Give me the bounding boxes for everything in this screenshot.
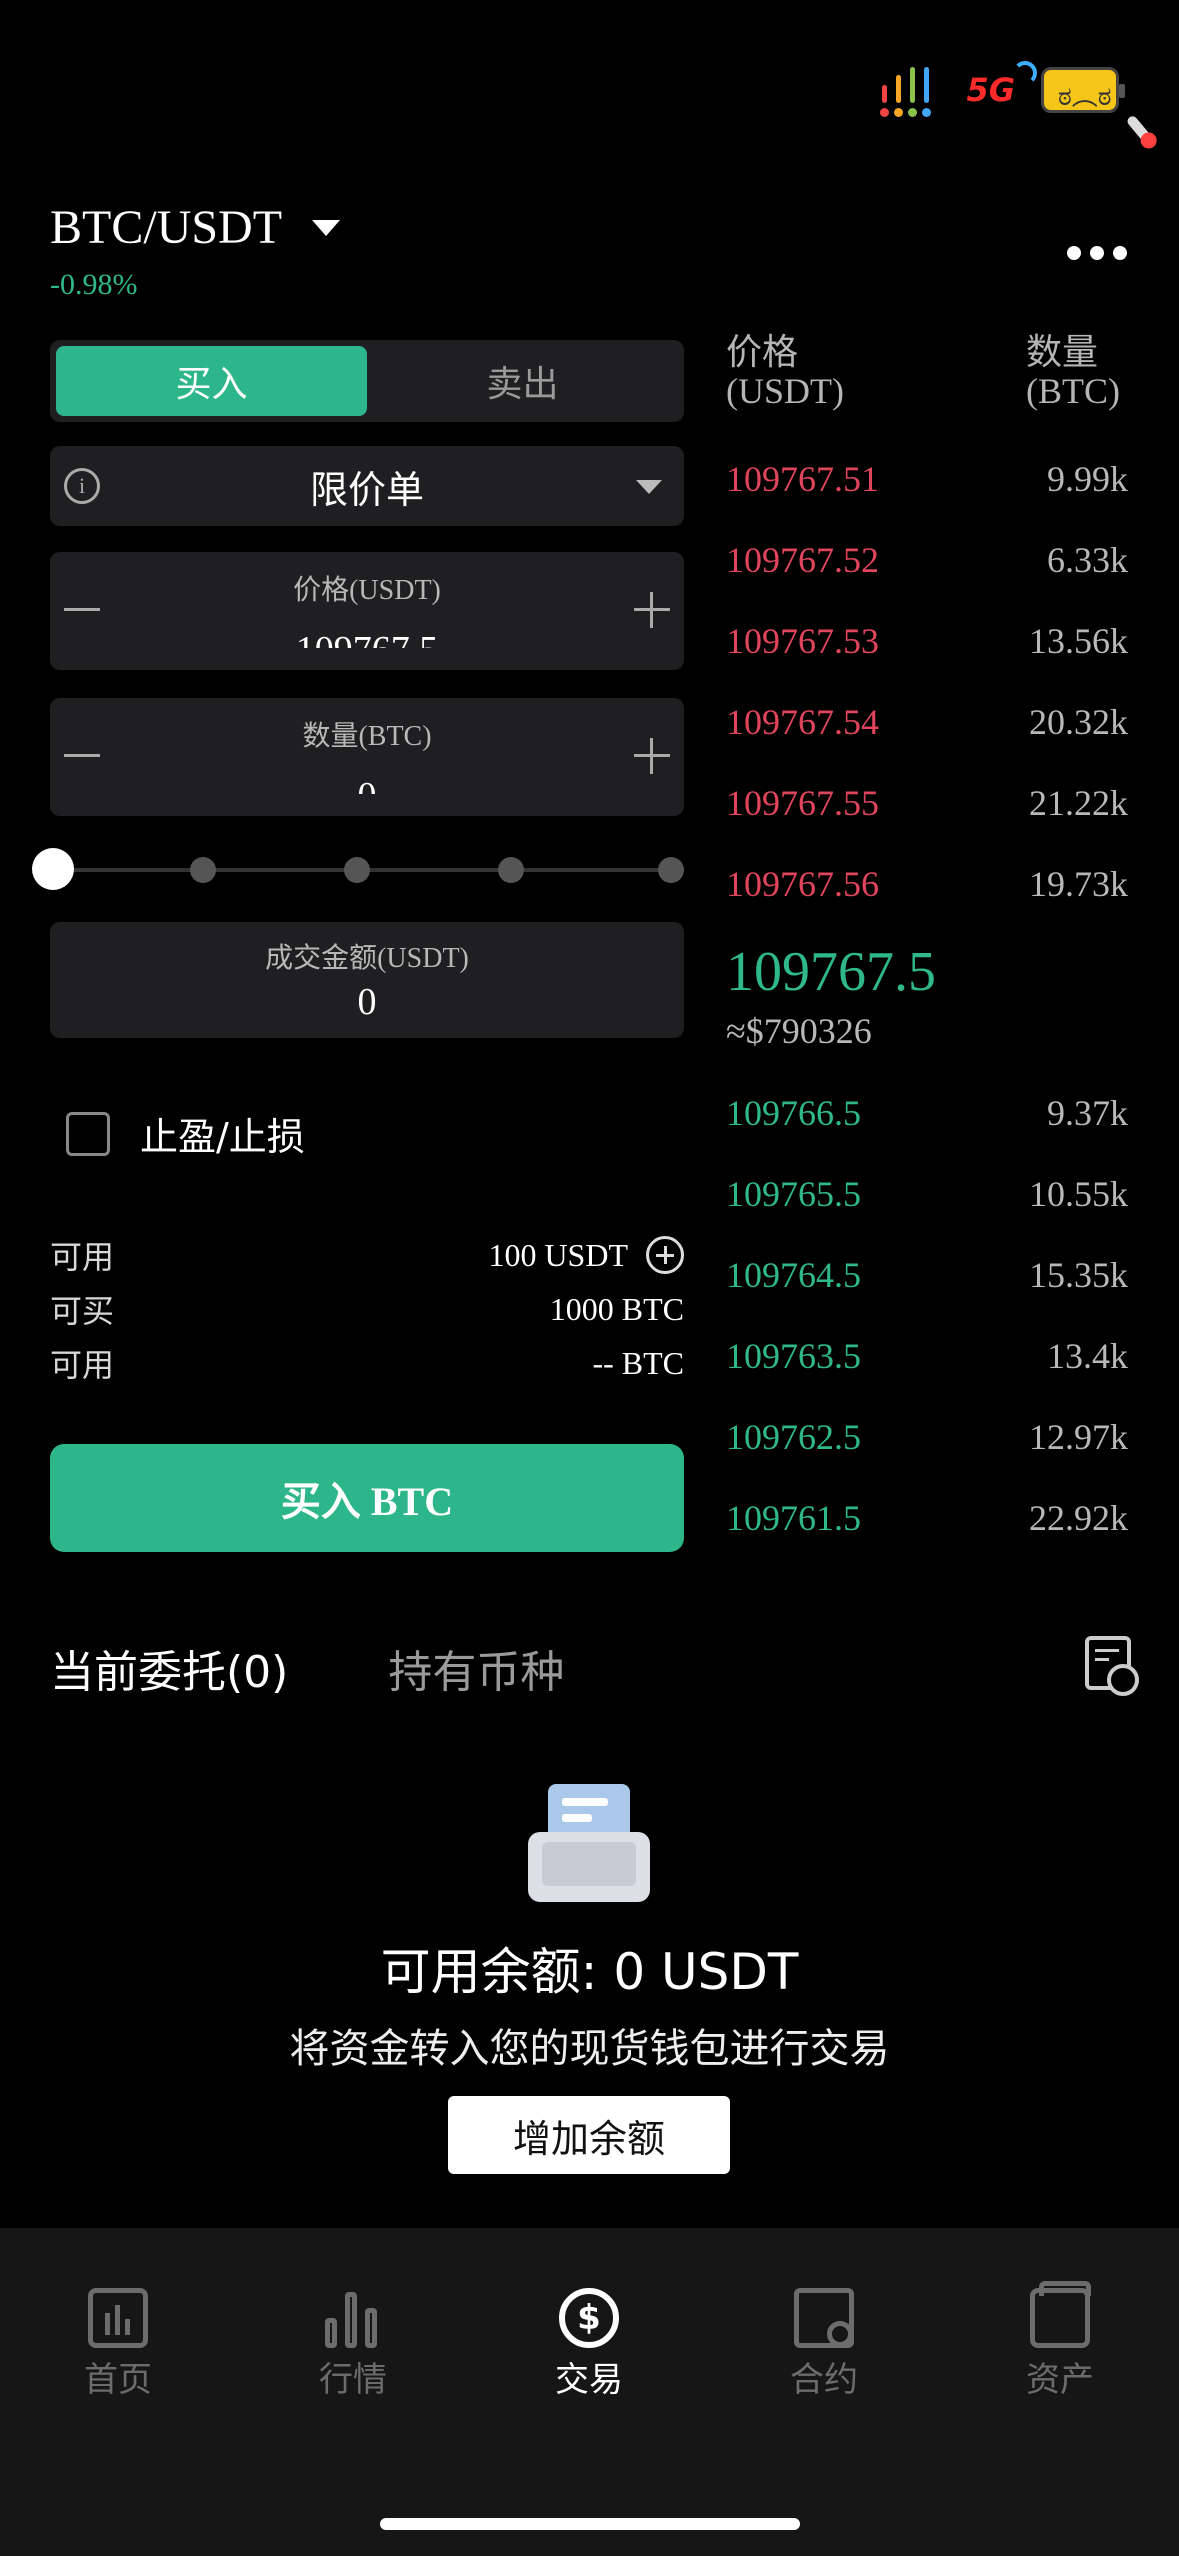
caret-down-icon bbox=[312, 219, 341, 236]
info-icon[interactable]: i bbox=[64, 468, 100, 504]
orderbook-price-header: 价格 (USDT) bbox=[726, 332, 844, 411]
tab-buy[interactable]: 买入 bbox=[56, 346, 367, 416]
bid-row[interactable]: 109766.5 9.37k bbox=[726, 1092, 1128, 1136]
tpsl-toggle[interactable]: 止盈/止损 bbox=[66, 1106, 305, 1161]
price-label: 价格(USDT) bbox=[293, 575, 441, 606]
chevron-down-icon bbox=[636, 480, 662, 494]
balance-row: 可用 -- BTC bbox=[50, 1340, 684, 1386]
battery-icon: ಠ︵ಠ bbox=[1041, 67, 1153, 144]
wallet-icon bbox=[1030, 2281, 1091, 2348]
side-tabs: 买入 卖出 bbox=[50, 340, 684, 422]
nav-trade[interactable]: $ 交易 bbox=[509, 2288, 669, 2401]
futures-icon bbox=[794, 2288, 854, 2348]
ask-row[interactable]: 109767.53 13.56k bbox=[726, 620, 1128, 664]
tab-open-orders[interactable]: 当前委托(0) bbox=[50, 1636, 288, 1700]
balance-value: 100 USDT bbox=[488, 1236, 628, 1273]
status-bar: 5G ಠ︵ಠ bbox=[878, 60, 1153, 144]
order-type-label: 限价单 bbox=[309, 467, 424, 512]
home-indicator[interactable] bbox=[380, 2518, 800, 2530]
minus-icon[interactable] bbox=[64, 754, 100, 757]
available-balance: 可用余额: 0 USDT bbox=[380, 1943, 799, 2001]
buy-button[interactable]: 买入 BTC bbox=[50, 1444, 684, 1552]
last-price[interactable]: 109767.5 bbox=[726, 940, 936, 1004]
bid-row[interactable]: 109763.5 13.4k bbox=[726, 1335, 1128, 1379]
orderbook-qty-header: 数量 (BTC) bbox=[1026, 332, 1120, 411]
balance-label: 可买 bbox=[50, 1292, 115, 1330]
slider-tick[interactable] bbox=[498, 857, 524, 883]
tab-sell[interactable]: 卖出 bbox=[367, 346, 678, 416]
bid-row[interactable]: 109762.5 12.97k bbox=[726, 1416, 1128, 1460]
balance-value: 1000 BTC bbox=[549, 1290, 684, 1327]
balance-row: 可买 1000 BTC bbox=[50, 1286, 684, 1332]
price-change: -0.98% bbox=[50, 268, 138, 301]
signal-icon bbox=[878, 63, 940, 117]
total-amount-field[interactable]: 成交金额(USDT) 0 bbox=[50, 922, 684, 1038]
bid-row[interactable]: 109764.5 15.35k bbox=[726, 1254, 1128, 1298]
slider-tick[interactable] bbox=[658, 857, 684, 883]
tpsl-checkbox[interactable] bbox=[66, 1111, 110, 1156]
bar-chart-icon bbox=[323, 2288, 383, 2348]
pair-title: BTC/USDT bbox=[50, 201, 283, 254]
add-funds-icon[interactable] bbox=[646, 1236, 684, 1274]
minus-icon[interactable] bbox=[64, 608, 100, 611]
transfer-hint: 将资金转入您的现货钱包进行交易 bbox=[289, 2026, 890, 2072]
quantity-input[interactable]: 0 bbox=[50, 764, 684, 794]
price-stepper[interactable]: 价格(USDT) 109767.5 bbox=[50, 552, 684, 670]
nav-markets[interactable]: 行情 bbox=[273, 2288, 433, 2401]
5g-icon: 5G bbox=[966, 61, 1037, 109]
bid-row[interactable]: 109761.5 22.92k bbox=[726, 1497, 1128, 1541]
amount-value: 0 bbox=[357, 981, 377, 1023]
slider-tick[interactable] bbox=[344, 857, 370, 883]
last-price-usd: ≈$790326 bbox=[726, 1011, 872, 1051]
thermometer-icon bbox=[1125, 114, 1153, 144]
ask-row[interactable]: 109767.51 9.99k bbox=[726, 458, 1128, 502]
balance-label: 可用 bbox=[50, 1346, 115, 1384]
slider-tick[interactable] bbox=[190, 857, 216, 883]
empty-box-icon bbox=[528, 1784, 650, 1902]
ask-row[interactable]: 109767.54 20.32k bbox=[726, 701, 1128, 745]
balance-label: 可用 bbox=[50, 1238, 115, 1276]
plus-icon[interactable] bbox=[634, 592, 670, 628]
more-icon[interactable] bbox=[1067, 246, 1127, 260]
add-balance-button[interactable]: 增加余额 bbox=[448, 2096, 730, 2174]
tab-holdings[interactable]: 持有币种 bbox=[388, 1636, 564, 1700]
bottom-nav: 首页 行情 $ 交易 合约 资产 bbox=[0, 2228, 1179, 2556]
nav-assets[interactable]: 资产 bbox=[980, 2281, 1140, 2401]
pair-selector[interactable]: BTC/USDT bbox=[50, 200, 341, 255]
bid-row[interactable]: 109765.5 10.55k bbox=[726, 1173, 1128, 1217]
trade-exchange-icon: $ bbox=[559, 2288, 619, 2348]
amount-label: 成交金额(USDT) bbox=[265, 943, 469, 974]
ask-row[interactable]: 109767.52 6.33k bbox=[726, 539, 1128, 583]
balance-row: 可用 100 USDT bbox=[50, 1232, 684, 1278]
quantity-label: 数量(BTC) bbox=[302, 721, 432, 752]
home-chart-icon bbox=[88, 2288, 148, 2348]
ask-row[interactable]: 109767.55 21.22k bbox=[726, 782, 1128, 826]
order-history-icon[interactable] bbox=[1085, 1636, 1139, 1696]
order-type-select[interactable]: i 限价单 bbox=[50, 446, 684, 526]
amount-slider[interactable] bbox=[32, 848, 684, 890]
balance-value: -- BTC bbox=[592, 1344, 684, 1381]
nav-futures[interactable]: 合约 bbox=[744, 2288, 904, 2401]
orders-tabs: 当前委托(0) 持有币种 bbox=[50, 1636, 564, 1700]
nav-home[interactable]: 首页 bbox=[38, 2288, 198, 2401]
tpsl-label: 止盈/止损 bbox=[140, 1115, 305, 1159]
ask-row[interactable]: 109767.56 19.73k bbox=[726, 863, 1128, 907]
quantity-stepper[interactable]: 数量(BTC) 0 bbox=[50, 698, 684, 816]
plus-icon[interactable] bbox=[634, 738, 670, 774]
slider-thumb[interactable] bbox=[32, 848, 74, 890]
price-input[interactable]: 109767.5 bbox=[50, 618, 684, 648]
